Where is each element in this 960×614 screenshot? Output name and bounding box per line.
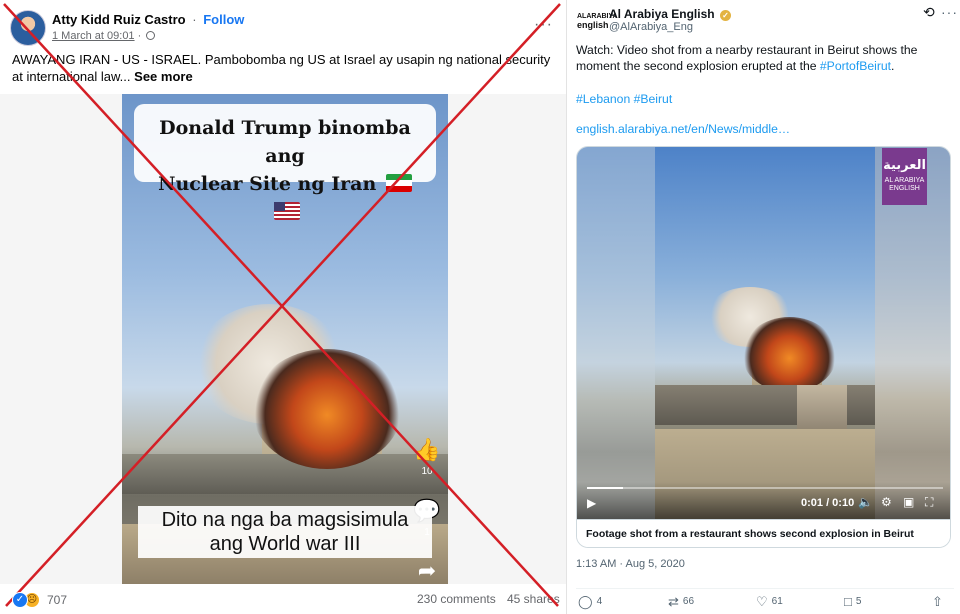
author-row: Atty Kidd Ruiz Castro · Follow	[52, 12, 244, 27]
video-caption-top: Donald Trump binomba ang Nuclear Site ng…	[134, 104, 436, 220]
grok-icon[interactable]: ⟲	[923, 4, 935, 21]
caption-bottom-line1: Dito na nga ba magsisimula	[161, 509, 409, 531]
reply-icon: ◯	[578, 594, 593, 609]
badge-line1: AL ARABIYA	[884, 177, 925, 184]
post-footer: ✓ ☹ 707 230 comments 45 shares	[0, 586, 566, 614]
card-caption[interactable]: Footage shot from a restaurant shows sec…	[577, 519, 950, 547]
video-controls: ▶ 0:01 / 0:10 🔈 ⚙ ▣ ⛶	[577, 482, 950, 519]
reaction-count[interactable]: 707	[47, 593, 67, 607]
share-button[interactable]: ⇧	[932, 594, 947, 610]
iran-flag-icon	[385, 174, 412, 192]
like-reaction-icon[interactable]: ✓	[12, 592, 28, 608]
globe-icon	[146, 31, 156, 40]
see-more-link[interactable]: See more	[134, 69, 193, 84]
video-progress-fill	[587, 487, 623, 489]
port-ground	[122, 454, 448, 494]
play-icon[interactable]: ▶	[587, 496, 596, 510]
post-meta: 1 March at 09:01 ·	[52, 30, 156, 42]
facebook-post: Atty Kidd Ruiz Castro · Follow 1 March a…	[0, 0, 566, 614]
post-date[interactable]: 1 March at 09:01	[52, 30, 135, 42]
caption-bottom-line2: ang World war III	[209, 533, 361, 555]
bookmark-count: 5	[855, 596, 862, 607]
follow-button[interactable]: Follow	[203, 12, 244, 27]
tweet: ALARABIYA english Al Arabiya English ✓ @…	[567, 0, 960, 614]
caption-top-line2: Nuclear Site ng Iran	[158, 173, 377, 195]
verified-badge-icon: ✓	[719, 10, 731, 21]
post-text: AWAYANG IRAN - US - ISRAEL. Pambobomba n…	[12, 51, 552, 85]
bookmark-button[interactable]: □ 5	[844, 594, 861, 609]
badge-line2: ENGLISH	[889, 185, 920, 192]
share-icon[interactable]: ➦	[412, 558, 442, 584]
volume-icon[interactable]: 🔈	[858, 495, 873, 509]
retweet-count: 66	[682, 596, 695, 607]
tweet-text: Watch: Video shot from a nearby restaura…	[576, 42, 954, 74]
al-arabiya-badge: العربية AL ARABIYA ENGLISH	[882, 148, 927, 205]
post-video[interactable]: Donald Trump binomba ang Nuclear Site ng…	[122, 94, 448, 584]
retweet-icon: ⇄	[668, 594, 679, 609]
video-like-count: 10	[421, 466, 433, 477]
date-separator: ·	[137, 30, 142, 42]
tweet-handle[interactable]: @AlArabiya_Eng	[609, 21, 693, 33]
video-time: 0:01 / 0:10	[801, 497, 855, 509]
us-flag-icon	[273, 202, 300, 220]
retweet-button[interactable]: ⇄ 66	[668, 594, 694, 610]
al-arabiya-logo[interactable]: ALARABIYA english	[577, 8, 618, 34]
explosion-fireball	[742, 317, 837, 392]
tweet-video[interactable]: العربية AL ARABIYA ENGLISH ▶ 0:01 / 0:10…	[577, 147, 950, 519]
reply-button[interactable]: ◯ 4	[578, 594, 602, 610]
heart-icon: ♡	[756, 594, 768, 609]
video-caption-bottom: Dito na nga ba magsisimula ang World war…	[138, 506, 432, 558]
hotel-building	[797, 385, 847, 431]
reply-count: 4	[596, 596, 603, 607]
pip-icon[interactable]: ▣	[903, 495, 914, 509]
caption-top-line1: Donald Trump binomba ang	[159, 117, 411, 167]
video-pillarbox-left	[577, 147, 655, 519]
tweet-actions: ◯ 4 ⇄ 66 ♡ 61 □ 5 ⇧	[576, 588, 954, 610]
thumbs-up-icon[interactable]: 👍	[412, 437, 442, 463]
shares-count[interactable]: 45 shares	[507, 592, 560, 606]
post-body: AWAYANG IRAN - US - ISRAEL. Pambobomba n…	[12, 52, 551, 84]
share-upload-icon: ⇧	[932, 594, 943, 609]
tweet-text-end: .	[891, 59, 895, 73]
bookmark-icon: □	[844, 594, 852, 609]
more-options-button[interactable]: ···	[534, 16, 553, 34]
comments-count[interactable]: 230 comments	[417, 592, 496, 606]
separator: ·	[192, 12, 197, 27]
tweet-more-icon[interactable]: ···	[941, 4, 958, 20]
video-progress-bar[interactable]	[587, 487, 943, 489]
video-card[interactable]: العربية AL ARABIYA ENGLISH ▶ 0:01 / 0:10…	[576, 146, 951, 548]
author-avatar[interactable]	[10, 10, 46, 46]
tweet-author-row: Al Arabiya English ✓	[609, 7, 731, 21]
settings-icon[interactable]: ⚙	[881, 495, 892, 509]
explosion-fireball	[252, 349, 402, 469]
logo-line2: english	[577, 20, 609, 30]
tweet-timestamp[interactable]: 1:13 AM · Aug 5, 2020	[576, 558, 685, 570]
tweet-link[interactable]: english.alarabiya.net/en/News/middle…	[576, 122, 790, 136]
badge-arabic: العربية	[883, 158, 926, 173]
hashtag-portofbeirut[interactable]: #PortofBeirut	[820, 59, 891, 73]
author-name[interactable]: Atty Kidd Ruiz Castro	[52, 12, 186, 27]
fullscreen-icon[interactable]: ⛶	[925, 495, 933, 510]
like-count: 61	[771, 596, 783, 607]
tweet-hashtags[interactable]: #Lebanon #Beirut	[576, 92, 672, 106]
tweet-author-name[interactable]: Al Arabiya English	[609, 7, 715, 21]
like-button[interactable]: ♡ 61	[756, 594, 783, 610]
